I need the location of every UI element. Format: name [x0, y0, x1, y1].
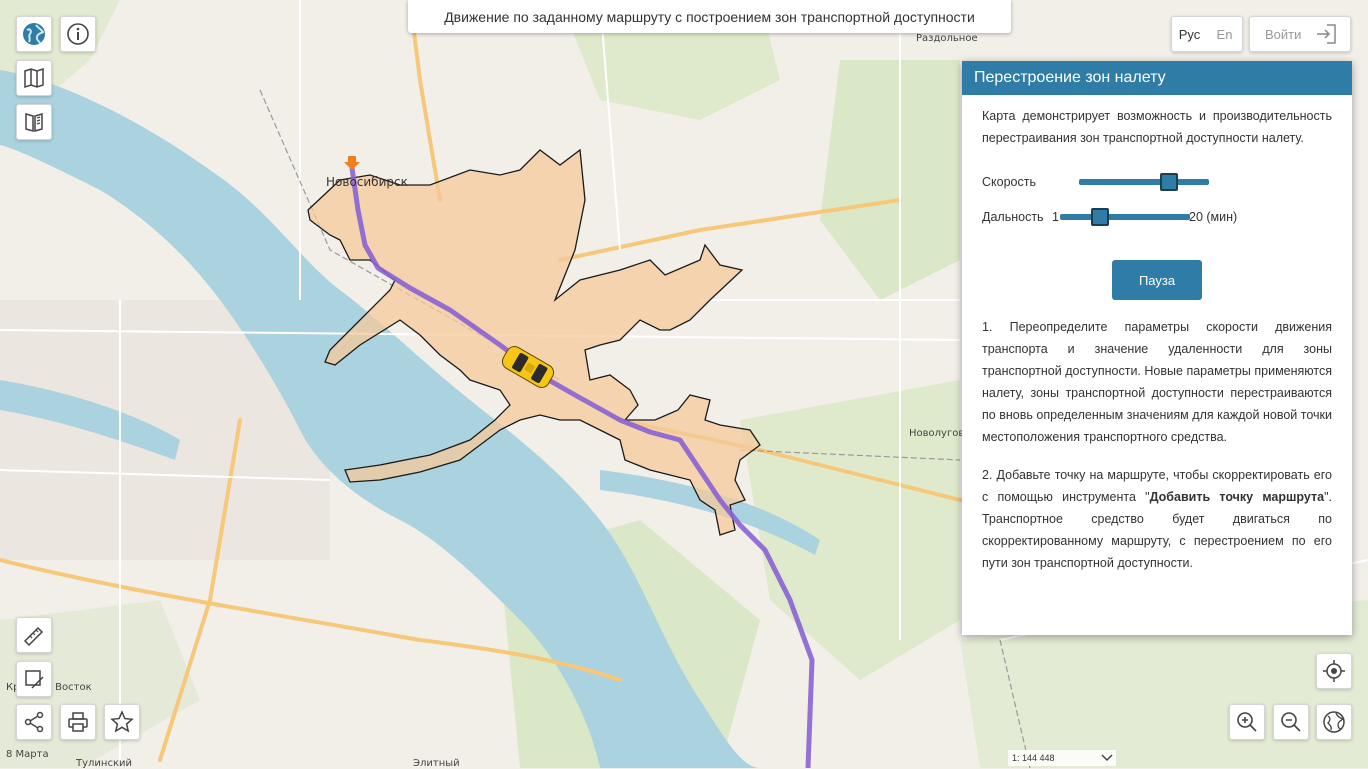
pause-button[interactable]: Пауза: [1112, 260, 1202, 300]
scale-bar: 1: 144 448: [1008, 750, 1116, 766]
locate-icon: [1323, 660, 1345, 682]
star-icon: [110, 710, 134, 733]
share-button[interactable]: [16, 704, 52, 740]
panel-step1: 1. Переопределите параметры скорости дви…: [982, 320, 1332, 444]
login-label: Войти: [1265, 26, 1302, 42]
measure-area-button[interactable]: [16, 661, 52, 697]
legend-button[interactable]: [16, 104, 52, 140]
area-measure-icon: [25, 670, 44, 689]
zoom-in-icon: [1237, 712, 1257, 732]
info-button[interactable]: [60, 16, 96, 52]
scale-label: 1: 144 448: [1012, 753, 1055, 763]
range-slider[interactable]: [1060, 206, 1190, 228]
page-title: Движение по заданному маршруту с построе…: [408, 0, 1011, 33]
panel-step2: 2. Добавьте точку на маршруте, чтобы ско…: [982, 464, 1332, 574]
world-icon: [1323, 711, 1345, 733]
map-label-razdolnoe: Раздольное: [916, 33, 978, 44]
locate-button[interactable]: [1316, 653, 1352, 689]
panel-intro: Карта демонстрирует возможность и произв…: [982, 109, 1332, 145]
map-icon: [24, 67, 44, 89]
map-label-elitny: Элитный: [413, 758, 460, 769]
login-icon: [1317, 24, 1336, 44]
print-icon: [68, 712, 88, 732]
step2-tool-name: Добавить точку маршрута: [1149, 490, 1325, 504]
book-icon: [25, 113, 43, 132]
range-label: Дальность: [982, 210, 1044, 224]
speed-row: Скорость: [982, 171, 1332, 193]
basemap-button[interactable]: [16, 16, 52, 52]
globe-icon: [23, 23, 45, 45]
lang-ru-button[interactable]: Рус: [1172, 17, 1207, 51]
bookmark-button[interactable]: [104, 704, 140, 740]
zoom-in-button[interactable]: [1229, 704, 1265, 740]
login-button[interactable]: Войти: [1249, 16, 1351, 52]
map-label-8-marta: 8 Марта: [6, 749, 49, 760]
language-switch: Рус En: [1171, 16, 1243, 52]
range-max: 20 (мин): [1189, 210, 1238, 224]
full-extent-button[interactable]: [1316, 704, 1352, 740]
info-panel: Перестроение зон налету Карта демонстрир…: [962, 61, 1352, 635]
panel-title: Перестроение зон налету: [962, 61, 1352, 95]
range-slider-thumb[interactable]: [1091, 208, 1110, 226]
map-label-novosibirsk: Новосибирск: [326, 175, 408, 189]
chevron-down-icon[interactable]: [1100, 753, 1114, 763]
print-button[interactable]: [60, 704, 96, 740]
layers-button[interactable]: [16, 60, 52, 96]
zoom-out-button[interactable]: [1273, 704, 1309, 740]
range-min: 1: [1052, 210, 1059, 224]
speed-slider[interactable]: [1079, 171, 1209, 193]
range-row: Дальность 1 20 (мин): [982, 206, 1332, 228]
speed-label: Скорость: [982, 175, 1036, 189]
lang-en-button[interactable]: En: [1207, 17, 1242, 51]
info-icon: [67, 23, 89, 45]
ruler-icon: [23, 626, 44, 647]
share-icon: [24, 711, 44, 733]
speed-slider-thumb[interactable]: [1159, 173, 1178, 191]
zoom-out-icon: [1281, 712, 1301, 732]
measure-distance-button[interactable]: [16, 617, 52, 653]
map-label-tulinsky: Тулинский: [76, 758, 132, 769]
